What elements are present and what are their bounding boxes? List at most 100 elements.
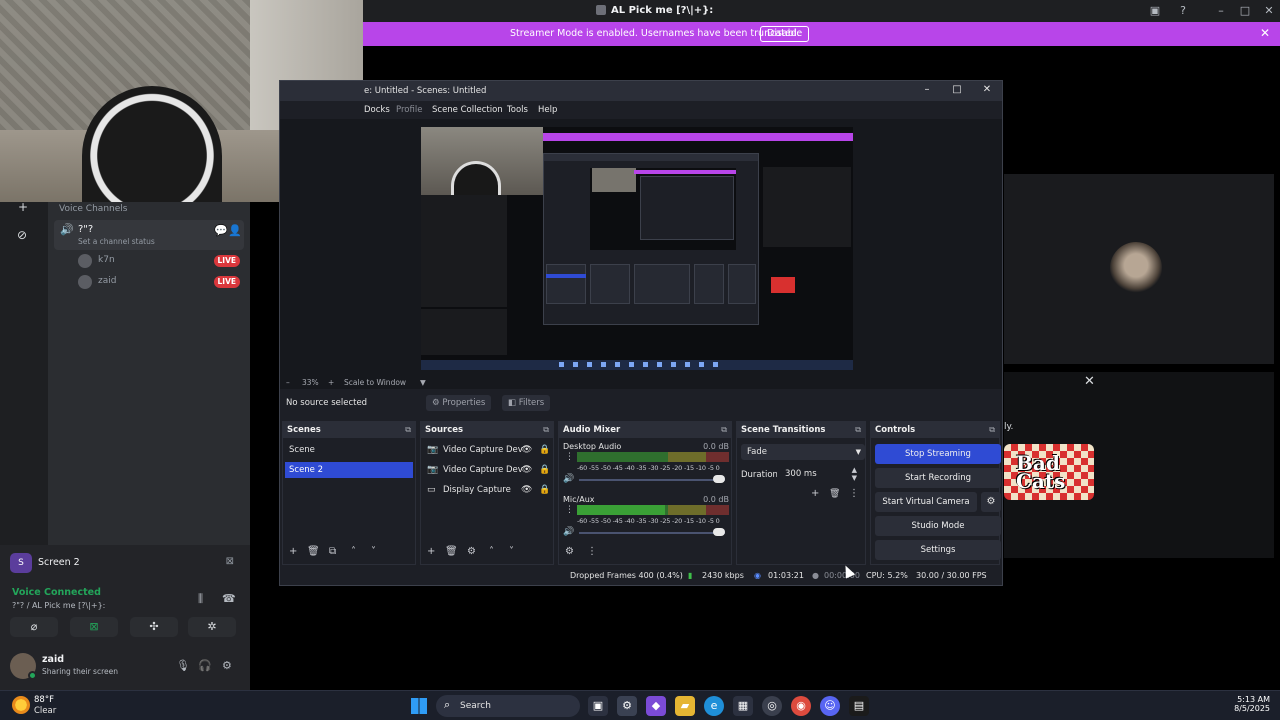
scene-filters-icon[interactable]: ⧉	[329, 546, 336, 557]
zoom-level[interactable]: 33%	[302, 378, 319, 387]
source-properties-icon[interactable]: ⚙	[467, 546, 476, 557]
undock-icon[interactable]: ⧉	[543, 425, 549, 435]
noise-suppression-icon[interactable]: ⫼	[198, 592, 203, 606]
undock-icon[interactable]: ⧉	[405, 425, 411, 435]
menu-help[interactable]: Help	[538, 105, 557, 115]
lock-icon[interactable]: 🔒	[539, 442, 550, 458]
copilot-icon[interactable]: ◆	[646, 696, 666, 716]
weather-condition[interactable]: Clear	[34, 706, 56, 716]
chevron-down-icon[interactable]: ▼	[420, 378, 426, 387]
close-icon[interactable]: ✕	[1084, 374, 1095, 389]
undock-icon[interactable]: ⧉	[721, 425, 727, 435]
volume-slider-handle[interactable]	[713, 528, 725, 536]
voice-channel[interactable]: 🔊 ?"? Set a channel status 💬 👤	[54, 220, 244, 250]
move-down-icon[interactable]: ˅	[371, 546, 376, 557]
more-options-icon[interactable]: ⋮	[587, 546, 597, 557]
source-item[interactable]: ▭ Display Capture 👁 🔒	[425, 482, 555, 498]
voice-channels-header[interactable]: Voice Channels	[59, 204, 127, 214]
stop-share-icon[interactable]: ⊠	[226, 556, 234, 567]
zoom-out-icon[interactable]: –	[286, 378, 290, 387]
microphone-icon[interactable]: 🎙	[176, 659, 190, 672]
scene-item[interactable]: Scene	[285, 442, 413, 458]
discover-icon[interactable]: ⊘	[17, 228, 27, 242]
zoom-in-icon[interactable]: +	[328, 378, 334, 387]
stream-tile[interactable]	[1004, 174, 1274, 364]
disconnect-icon[interactable]: ☎	[222, 592, 236, 605]
obs-icon[interactable]: ◎	[762, 696, 782, 716]
volume-slider-handle[interactable]	[713, 475, 725, 483]
soundboard-button[interactable]: ✲	[188, 617, 236, 637]
help-icon[interactable]: ?	[1176, 4, 1190, 18]
lock-icon[interactable]: 🔒	[539, 462, 550, 478]
preview-canvas[interactable]	[421, 127, 853, 370]
close-icon[interactable]: ✕	[980, 84, 994, 95]
share-screen-button[interactable]: ⊠	[70, 617, 118, 637]
camera-off-button[interactable]: ⌀	[10, 617, 58, 637]
zoom-mode[interactable]: Scale to Window	[344, 378, 406, 387]
file-explorer-icon[interactable]: ▰	[675, 696, 695, 716]
weather-temp[interactable]: 88°F	[34, 695, 54, 705]
windows-start-icon[interactable]	[411, 698, 427, 714]
visibility-eye-icon[interactable]: 👁	[521, 482, 532, 498]
voice-channel-status[interactable]: Set a channel status	[78, 237, 155, 246]
inbox-icon[interactable]: ▣	[1148, 4, 1162, 18]
move-down-icon[interactable]: ˅	[509, 546, 514, 557]
menu-docks[interactable]: Docks	[364, 105, 390, 115]
close-icon[interactable]: ✕	[1262, 4, 1276, 18]
scene-item-selected[interactable]: Scene 2	[285, 462, 413, 478]
more-options-icon[interactable]: ⋮	[565, 452, 574, 462]
studio-mode-button[interactable]: Studio Mode	[875, 516, 1001, 536]
settings-gear-icon[interactable]: ⚙	[222, 659, 232, 672]
stop-streaming-button[interactable]: Stop Streaming	[875, 444, 1001, 464]
add-server-icon[interactable]: +	[18, 200, 28, 214]
visibility-eye-icon[interactable]: 👁	[521, 442, 532, 458]
source-item[interactable]: 📷 Video Capture Dev 👁 🔒	[425, 462, 555, 478]
chat-icon[interactable]: 💬	[214, 224, 228, 237]
banner-close-icon[interactable]: ✕	[1260, 26, 1270, 40]
add-transition-icon[interactable]: +	[811, 488, 819, 499]
terminal-icon[interactable]: ▤	[849, 696, 869, 716]
maximize-icon[interactable]: □	[950, 84, 964, 95]
volume-slider[interactable]	[579, 479, 725, 481]
speaker-icon[interactable]: 🔊	[563, 527, 574, 537]
duration-stepper-icon[interactable]: ▲ ▼	[852, 466, 857, 482]
start-virtual-camera-button[interactable]: Start Virtual Camera	[875, 492, 977, 512]
store-icon[interactable]: ▦	[733, 696, 753, 716]
volume-slider[interactable]	[579, 532, 725, 534]
more-options-icon[interactable]: ⋮	[565, 505, 574, 515]
activities-button[interactable]: ✣	[130, 617, 178, 637]
task-view-icon[interactable]: ▣	[588, 696, 608, 716]
voice-user-row[interactable]: k7n LIVE	[78, 253, 242, 269]
game-logo[interactable]: Bad Cats	[1004, 444, 1094, 500]
settings-app-icon[interactable]: ⚙	[617, 696, 637, 716]
add-source-icon[interactable]: +	[427, 546, 435, 557]
more-options-icon[interactable]: ⋮	[849, 488, 859, 499]
lock-icon[interactable]: 🔒	[539, 482, 550, 498]
headphones-icon[interactable]: 🎧	[198, 659, 212, 672]
minimize-icon[interactable]: –	[920, 84, 934, 95]
minimize-icon[interactable]: –	[1214, 4, 1228, 18]
system-clock[interactable]: 5:13 AM 8/5/2025	[1234, 695, 1270, 713]
transition-select[interactable]: Fade ▼	[741, 444, 865, 460]
chrome-icon[interactable]: ◉	[791, 696, 811, 716]
move-up-icon[interactable]: ˄	[489, 546, 494, 557]
weather-icon[interactable]	[12, 696, 30, 714]
taskbar-search[interactable]: ⌕ Search	[436, 695, 580, 717]
speaker-icon[interactable]: 🔊	[563, 474, 574, 484]
screen-share-card[interactable]: S Screen 2 ⊠	[10, 553, 240, 573]
add-scene-icon[interactable]: +	[289, 546, 297, 557]
voice-connected-label[interactable]: Voice Connected	[12, 587, 101, 598]
discord-icon[interactable]: ☺	[820, 696, 840, 716]
disable-streamer-mode-button[interactable]: Disable	[760, 26, 810, 42]
edge-icon[interactable]: e	[704, 696, 724, 716]
start-recording-button[interactable]: Start Recording	[875, 468, 1001, 488]
menu-profile[interactable]: Profile	[396, 105, 422, 115]
visibility-eye-icon[interactable]: 👁	[521, 462, 532, 478]
move-up-icon[interactable]: ˄	[351, 546, 356, 557]
undock-icon[interactable]: ⧉	[989, 425, 995, 435]
add-user-icon[interactable]: 👤	[228, 224, 242, 237]
settings-button[interactable]: Settings	[875, 540, 1001, 560]
undock-icon[interactable]: ⧉	[855, 425, 861, 435]
filters-button[interactable]: ◧ Filters	[502, 395, 551, 411]
voice-user-row[interactable]: zaid LIVE	[78, 274, 242, 290]
